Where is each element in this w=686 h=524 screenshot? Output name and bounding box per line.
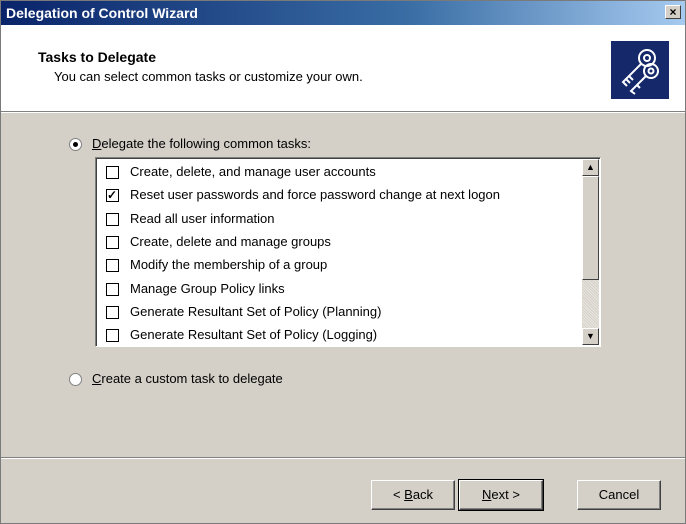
task-list[interactable]: Create, delete, and manage user accounts… [95,157,601,347]
common-tasks-radio[interactable] [69,138,82,151]
title-bar[interactable]: Delegation of Control Wizard × [1,1,685,25]
wizard-header: Tasks to Delegate You can select common … [1,25,685,112]
custom-task-radio[interactable] [69,373,82,386]
list-item[interactable]: Manage Group Policy links [104,278,574,300]
header-divider [1,112,685,113]
wizard-window: Delegation of Control Wizard × Tasks to … [0,0,686,524]
keys-icon [611,41,669,99]
page-subtitle: You can select common tasks or customize… [54,69,363,84]
task-list-scrollbar[interactable]: ▲ ▼ [582,159,599,345]
window-title: Delegation of Control Wizard [6,5,198,21]
task-label: Create, delete, and manage user accounts [130,164,376,179]
back-button[interactable]: < Back [371,480,455,510]
list-item[interactable]: Generate Resultant Set of Policy (Planni… [104,301,574,323]
list-item[interactable]: Create, delete and manage groups [104,231,574,253]
task-checkbox[interactable] [106,329,119,343]
task-checkbox[interactable] [106,166,119,179]
task-checkbox[interactable] [106,282,119,296]
close-button[interactable]: × [665,5,681,19]
common-tasks-label[interactable]: Delegate the following common tasks: [92,136,311,151]
task-label: Read all user information [130,210,275,226]
task-checkbox[interactable] [106,188,119,203]
task-checkbox[interactable] [106,212,119,226]
list-item[interactable]: Read all user information [104,208,574,230]
list-item[interactable]: Create, delete, and manage user accounts [104,161,574,183]
custom-task-label[interactable]: Create a custom task to delegate [92,371,283,386]
list-item[interactable]: Generate Resultant Set of Policy (Loggin… [104,324,574,346]
scroll-up-button[interactable]: ▲ [582,159,599,176]
list-item[interactable]: Reset user passwords and force password … [104,184,574,206]
task-label: Generate Resultant Set of Policy (Planni… [130,303,382,319]
footer-divider-highlight [1,458,685,459]
next-button[interactable]: Next > [458,479,544,511]
task-checkbox[interactable] [106,259,119,273]
task-checkbox[interactable] [106,305,119,319]
scroll-thumb[interactable] [582,176,599,280]
scroll-down-button[interactable]: ▼ [582,328,599,345]
list-item[interactable]: Modify the membership of a group [104,254,574,276]
page-title: Tasks to Delegate [38,49,157,65]
cancel-button[interactable]: Cancel [577,480,661,510]
task-label: Create, delete and manage groups [130,233,331,249]
task-checkbox[interactable] [106,235,119,249]
task-label: Manage Group Policy links [130,280,285,296]
task-label: Reset user passwords and force password … [130,187,500,203]
task-label: Modify the membership of a group [130,257,328,273]
task-label: Generate Resultant Set of Policy (Loggin… [130,327,378,343]
